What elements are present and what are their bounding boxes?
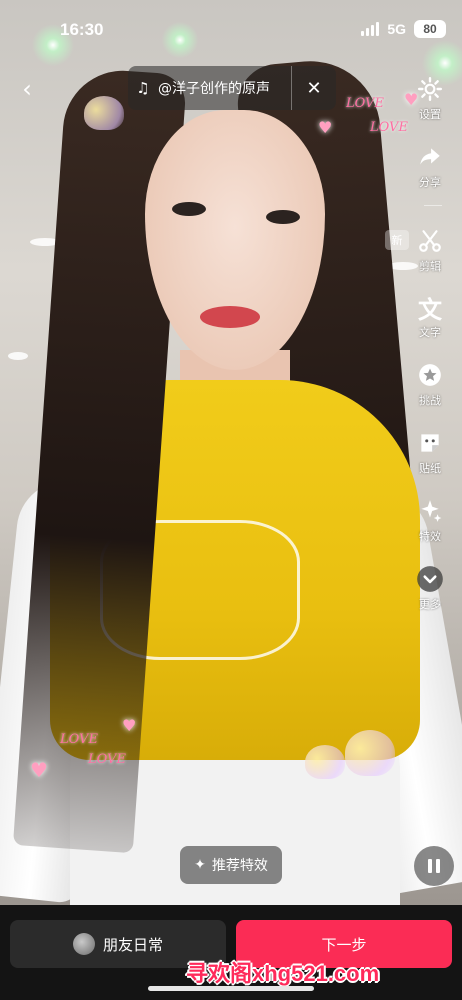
avatar — [72, 933, 95, 955]
share-icon — [415, 142, 445, 172]
sparkle — [160, 20, 200, 60]
text-label: 文字 — [419, 326, 441, 339]
edit-button[interactable]: 剪辑 — [408, 226, 452, 274]
toolbar-separator — [424, 205, 442, 206]
love-text: LOVE — [60, 732, 98, 747]
status-indicators: 5G 80 — [361, 20, 446, 38]
challenge-label: 挑战 — [419, 394, 441, 407]
heart-icon: ♥ — [318, 118, 333, 137]
status-time: 16:30 — [60, 20, 104, 39]
love-text: LOVE — [88, 752, 126, 767]
edit-label: 剪辑 — [419, 260, 441, 273]
recommended-effects-label: 推荐特效 — [211, 858, 268, 874]
back-button[interactable]: ‹ — [14, 74, 40, 104]
butterfly — [84, 96, 124, 130]
sticker-button[interactable]: 贴纸 — [408, 428, 452, 476]
battery-icon: 80 — [414, 20, 446, 38]
close-icon[interactable]: ✕ — [292, 78, 336, 99]
ceiling-light — [8, 352, 28, 360]
challenge-icon — [415, 360, 445, 390]
text-button[interactable]: 文 文字 — [408, 292, 452, 340]
heart-icon: ♥ — [30, 758, 48, 782]
butterfly — [345, 730, 395, 776]
effects-button[interactable]: 特效 — [408, 496, 452, 544]
pause-button[interactable] — [414, 846, 454, 886]
butterfly — [305, 745, 345, 779]
sticker-icon — [415, 428, 445, 458]
sparkle-icon: ✦ — [194, 857, 206, 873]
effects-label: 特效 — [419, 530, 441, 543]
text-icon: 文 — [418, 295, 442, 324]
more-chevron-icon — [415, 564, 445, 594]
eye — [172, 202, 206, 216]
settings-icon — [415, 74, 445, 104]
music-note-icon: ♫ — [136, 79, 150, 97]
challenge-button[interactable]: 挑战 — [408, 360, 452, 408]
love-text: LOVE — [370, 120, 408, 135]
love-text: LOVE — [346, 96, 384, 111]
settings-button[interactable]: 设置 — [408, 74, 452, 122]
signal-icon — [361, 22, 380, 36]
new-badge: 新 — [385, 230, 409, 250]
settings-label: 设置 — [419, 108, 441, 121]
scissors-icon — [415, 226, 445, 256]
video-preview[interactable]: ♥ ♥ ♥ ♥ LOVE LOVE LOVE LOVE — [0, 0, 462, 905]
next-step-label: 下一步 — [321, 935, 367, 954]
pause-icon — [428, 859, 432, 873]
sticker-label: 贴纸 — [419, 462, 441, 475]
network-label: 5G — [387, 21, 406, 37]
share-label: 分享 — [419, 176, 441, 189]
chevron-left-icon: ‹ — [22, 75, 32, 103]
more-button[interactable]: 更多 — [408, 564, 452, 612]
friends-daily-label: 朋友日常 — [102, 935, 163, 954]
watermark: 寻欢阁xhg521.com — [186, 961, 380, 986]
heart-icon: ♥ — [122, 716, 137, 735]
effects-icon — [415, 496, 445, 526]
home-indicator — [148, 986, 314, 991]
lips — [200, 306, 260, 328]
music-title: @洋子创作的原声 — [158, 81, 270, 97]
recommended-effects-button[interactable]: ✦ 推荐特效 — [180, 846, 282, 884]
more-label: 更多 — [419, 598, 441, 611]
eye — [266, 210, 300, 224]
share-button[interactable]: 分享 — [408, 142, 452, 190]
music-selector[interactable]: ♫ @洋子创作的原声 ✕ — [128, 66, 336, 110]
